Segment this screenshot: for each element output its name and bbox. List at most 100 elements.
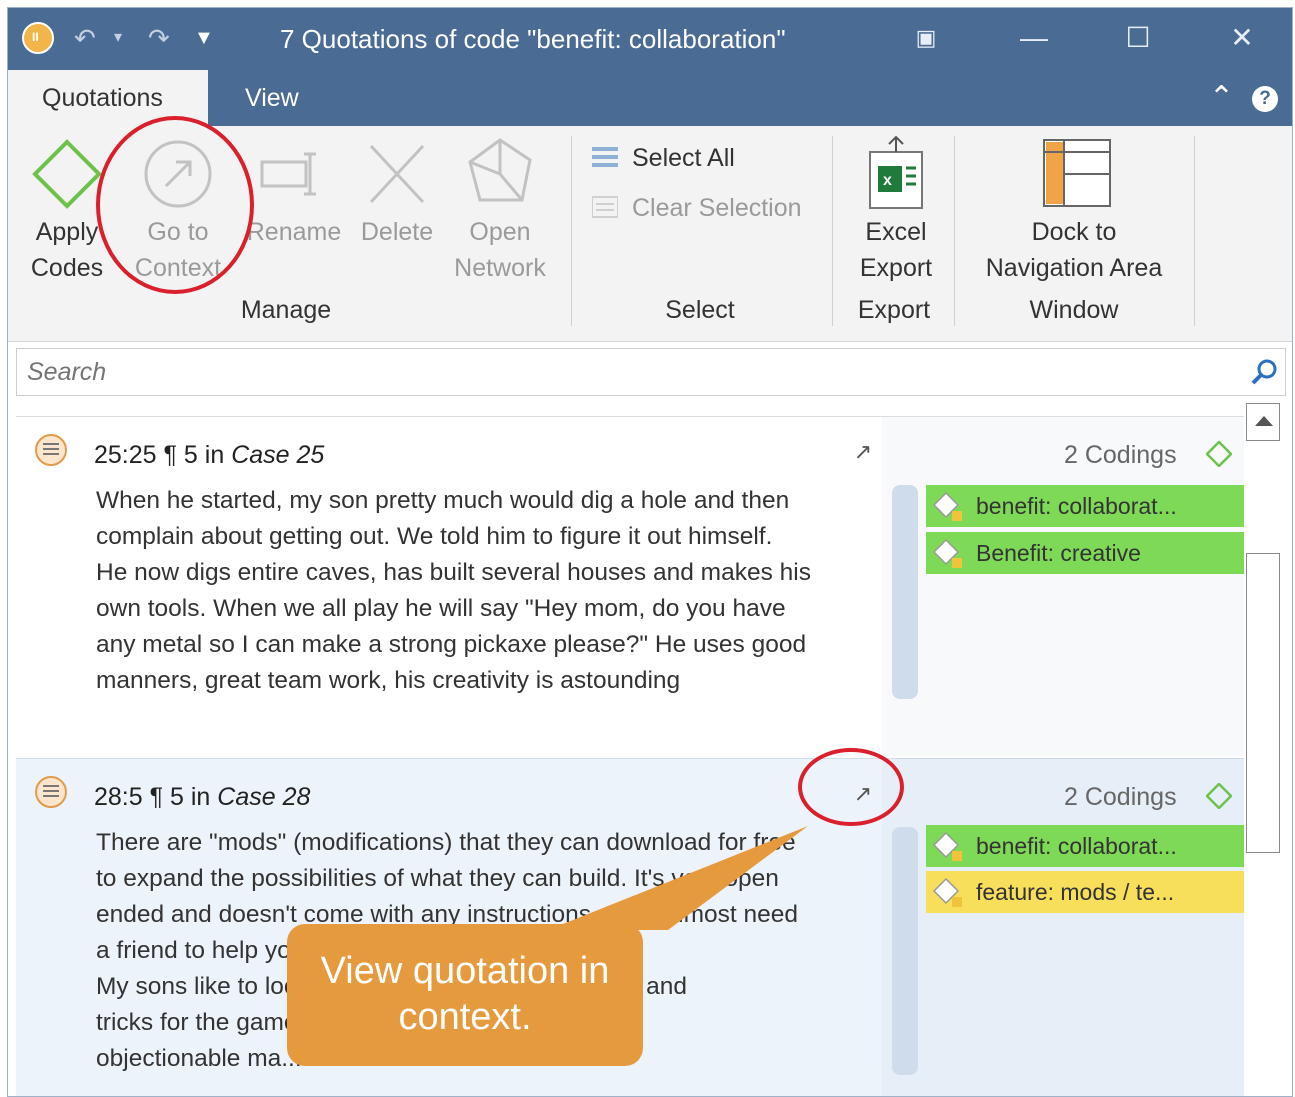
codings-count: 2 Codings bbox=[1064, 441, 1177, 469]
code-diamond-icon[interactable] bbox=[1206, 783, 1232, 809]
code-label: benefit: collaborat... bbox=[976, 833, 1177, 859]
apply-codes-icon bbox=[32, 139, 102, 209]
open-network-button[interactable]: Open Network bbox=[448, 134, 552, 286]
delete-button[interactable]: Delete bbox=[350, 134, 444, 250]
app-logo-icon[interactable] bbox=[22, 22, 54, 54]
quotation-line: to expand the possibilities of what they… bbox=[96, 865, 779, 892]
codings-count: 2 Codings bbox=[1064, 783, 1177, 811]
ribbon-separator bbox=[571, 136, 572, 326]
quotation-margin-bar[interactable] bbox=[892, 485, 918, 699]
code-label: benefit: collaborat... bbox=[976, 493, 1177, 519]
clear-selection-icon bbox=[592, 196, 618, 218]
quotation-line: own tools. When we all play he will say … bbox=[96, 595, 786, 622]
callout-line-2: context. bbox=[398, 996, 532, 1038]
customize-toolbar-icon[interactable]: ▼ bbox=[194, 22, 214, 54]
quotation-line: complain about getting out. We told him … bbox=[96, 523, 773, 550]
excel-export-label-2: Export bbox=[859, 254, 933, 282]
dock-label-1: Dock to bbox=[1031, 218, 1117, 246]
vertical-scrollbar[interactable] bbox=[1246, 403, 1282, 1096]
quotation-card[interactable]: 25:25 ¶ 5 in Case 25 ↗ When he started, … bbox=[16, 416, 1244, 756]
quotation-icon bbox=[35, 434, 67, 466]
excel-export-button[interactable]: x Excel Export bbox=[846, 134, 946, 286]
paragraph-mark-icon: ¶ bbox=[163, 441, 177, 469]
code-chip[interactable]: benefit: collaborat... bbox=[926, 825, 1244, 867]
select-all-icon bbox=[592, 147, 618, 167]
code-chip[interactable]: benefit: collaborat... bbox=[926, 485, 1244, 527]
excel-export-label-1: Excel bbox=[865, 218, 927, 246]
select-all-button[interactable]: Select All bbox=[592, 140, 735, 176]
dock-to-navigation-button[interactable]: Dock to Navigation Area bbox=[972, 134, 1176, 286]
search-icon[interactable] bbox=[1249, 357, 1279, 387]
highlight-circle-context-arrow bbox=[798, 748, 904, 826]
open-network-label-2: Network bbox=[454, 254, 546, 282]
ribbon-separator bbox=[832, 136, 833, 326]
paragraph-number: 5 bbox=[170, 783, 184, 811]
quotation-line: There are "mods" (modifications) that th… bbox=[96, 829, 796, 856]
delete-icon bbox=[369, 144, 425, 204]
clear-selection-label: Clear Selection bbox=[632, 194, 802, 222]
restore-layout-icon[interactable]: ▣ bbox=[906, 20, 946, 56]
ribbon-separator bbox=[954, 136, 955, 326]
code-chip[interactable]: feature: mods / te... bbox=[926, 871, 1244, 913]
window-title: 7 Quotations of code "benefit: collabora… bbox=[280, 24, 786, 54]
redo-icon[interactable]: ↷ bbox=[148, 22, 170, 54]
code-chip[interactable]: Benefit: creative bbox=[926, 532, 1244, 574]
rename-icon bbox=[260, 152, 316, 196]
quotation-header: 25:25 ¶ 5 in Case 25 bbox=[94, 441, 324, 470]
paragraph-mark-icon: ¶ bbox=[149, 783, 164, 811]
collapse-ribbon-icon[interactable]: ⌃ bbox=[1209, 80, 1234, 116]
go-to-context-icon[interactable]: ↗ bbox=[850, 439, 876, 465]
quotation-id: 28:5 bbox=[94, 783, 143, 811]
select-all-label: Select All bbox=[632, 144, 735, 172]
group-label-manage: Manage bbox=[240, 296, 332, 324]
apply-codes-label-2: Codes bbox=[30, 254, 104, 282]
quotation-margin-bar[interactable] bbox=[892, 827, 918, 1075]
network-icon bbox=[468, 138, 532, 202]
code-label: feature: mods / te... bbox=[976, 879, 1175, 905]
excel-export-icon: x bbox=[869, 135, 923, 209]
clear-selection-button[interactable]: Clear Selection bbox=[592, 190, 802, 226]
tab-view[interactable]: View bbox=[211, 70, 333, 126]
search-box bbox=[16, 348, 1286, 396]
quotation-header: 28:5 ¶ 5 in Case 28 bbox=[94, 783, 310, 812]
scroll-thumb[interactable] bbox=[1246, 553, 1280, 853]
quotation-line: any metal so I can make a strong pickaxe… bbox=[96, 631, 807, 658]
in-label: in bbox=[204, 441, 225, 469]
quotation-line: When he started, my son pretty much woul… bbox=[96, 487, 790, 514]
dock-label-2: Navigation Area bbox=[985, 254, 1163, 282]
quotation-icon bbox=[35, 776, 67, 808]
codings-column bbox=[882, 759, 1244, 1096]
scroll-up-button[interactable] bbox=[1246, 403, 1280, 441]
code-icon bbox=[932, 538, 962, 568]
group-label-window: Window bbox=[1029, 296, 1119, 324]
quotation-text: When he started, my son pretty much woul… bbox=[96, 483, 896, 699]
document-name: Case 25 bbox=[231, 441, 325, 469]
group-label-select: Select bbox=[665, 296, 735, 324]
search-input[interactable] bbox=[17, 349, 1217, 395]
ribbon-tabs: Quotations View ⌃ ? bbox=[8, 70, 1292, 126]
dock-icon bbox=[1043, 139, 1111, 207]
maximize-button[interactable]: ☐ bbox=[1118, 20, 1158, 56]
title-bar: ↶ ▾ ↷ ▼ 7 Quotations of code "benefit: c… bbox=[8, 8, 1292, 70]
quotation-line: manners, great team work, his creativity… bbox=[96, 667, 681, 694]
code-label: Benefit: creative bbox=[976, 540, 1141, 566]
close-button[interactable]: ✕ bbox=[1222, 20, 1262, 56]
group-label-export: Export bbox=[857, 296, 931, 324]
rename-button[interactable]: Rename bbox=[242, 134, 346, 250]
svg-text:x: x bbox=[883, 172, 892, 189]
callout-view-quotation: View quotation in context. bbox=[287, 924, 643, 1066]
undo-icon[interactable]: ↶ bbox=[74, 22, 96, 54]
minimize-button[interactable]: — bbox=[1014, 20, 1054, 56]
callout-line-1: View quotation in bbox=[320, 950, 610, 992]
undo-dropdown-icon[interactable]: ▾ bbox=[114, 22, 122, 54]
ribbon-separator bbox=[1194, 136, 1195, 326]
code-diamond-icon[interactable] bbox=[1206, 441, 1232, 467]
delete-label: Delete bbox=[360, 218, 434, 246]
help-icon[interactable]: ? bbox=[1252, 86, 1278, 112]
paragraph-number: 5 bbox=[183, 441, 198, 469]
code-icon bbox=[932, 877, 962, 907]
code-icon bbox=[932, 831, 962, 861]
open-network-label-1: Open bbox=[469, 218, 531, 246]
codings-column bbox=[882, 417, 1244, 756]
highlight-circle-go-to-context bbox=[96, 116, 254, 294]
